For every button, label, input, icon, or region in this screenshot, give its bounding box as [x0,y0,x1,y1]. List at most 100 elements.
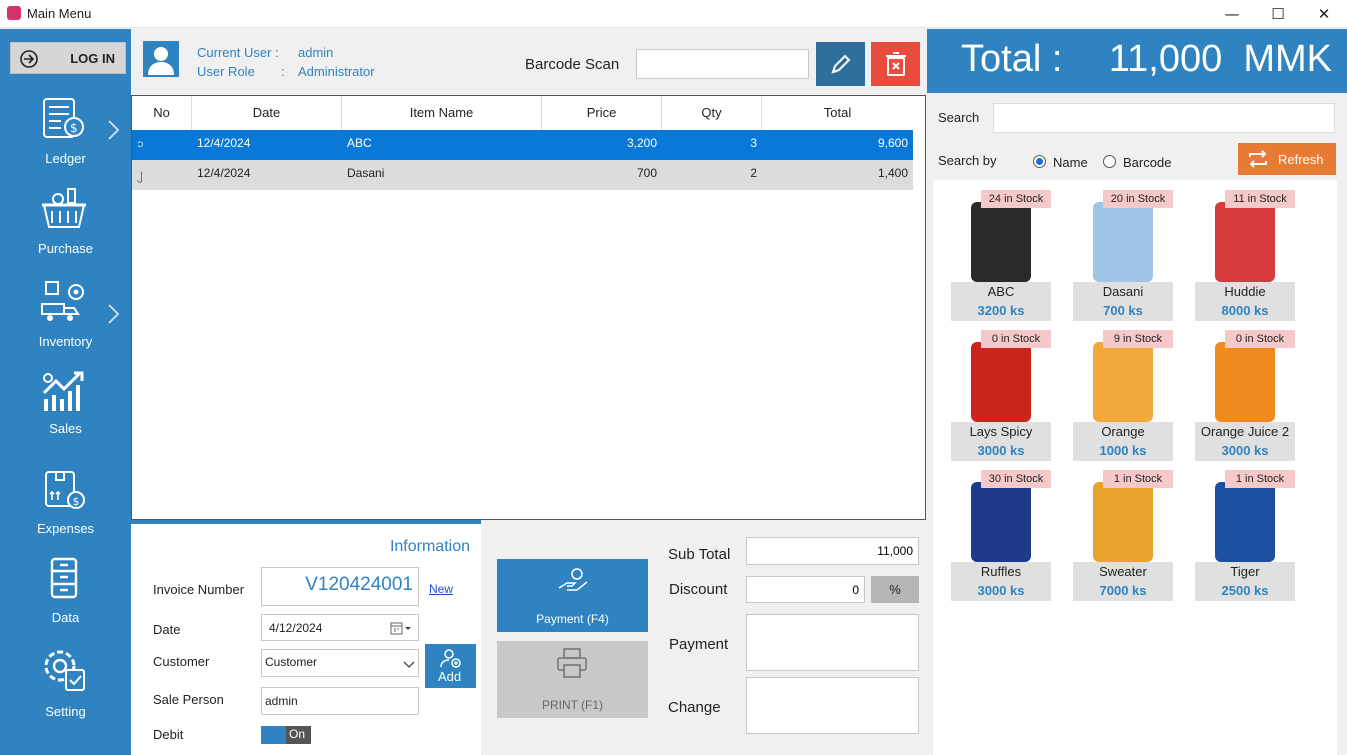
delete-button[interactable] [871,42,920,86]
title-bar: Main Menu — ☐ ✕ [0,0,1347,28]
product-price: 8000 ks [1221,303,1269,318]
product-name: ABC [987,284,1015,299]
product-image [1093,202,1153,282]
grand-total-bar: Total : 11,000 MMK [927,29,1347,93]
product-image [1093,482,1153,562]
maximize-button[interactable]: ☐ [1255,0,1301,28]
minimize-button[interactable]: — [1209,0,1255,28]
product-search-input[interactable] [993,103,1335,133]
login-icon [20,50,38,68]
change-field [746,677,919,734]
payment-amount-label: Payment [669,636,729,653]
percent-toggle-button[interactable]: % [871,576,919,603]
app-icon [7,6,21,20]
print-button[interactable]: PRINT (F1) [497,641,648,718]
print-button-label: PRINT (F1) [541,698,604,712]
date-picker[interactable]: 4/12/2024 [261,614,419,641]
calendar-dropdown-icon[interactable] [390,622,414,636]
stock-badge: 0 in Stock [1225,330,1295,348]
sidebar-item-sales[interactable]: Sales [0,365,131,445]
product-card[interactable]: 0 in Stock Orange Juice 2 3000 ks [1195,330,1295,461]
add-user-icon [440,649,461,668]
svg-text:$: $ [73,495,80,508]
sidebar-item-purchase[interactable]: Purchase [0,179,131,259]
product-card[interactable]: 0 in Stock Lays Spicy 3000 ks [951,330,1051,461]
invoice-number-field[interactable]: V120424001 [261,567,419,606]
payment-button[interactable]: Payment (F4) [497,559,648,632]
new-invoice-link[interactable]: New [429,582,453,596]
gear-icon [44,650,85,691]
cell-total: 9,600 [877,136,908,150]
column-header-date[interactable]: Date [192,96,342,130]
product-card[interactable]: 9 in Stock Orange 1000 ks [1073,330,1173,461]
sidebar-item-setting[interactable]: Setting [0,642,131,722]
customer-select[interactable]: Customer [261,649,419,677]
column-header-price[interactable]: Price [542,96,662,130]
customer-selected-value: Customer [265,655,318,669]
product-price: 7000 ks [1099,583,1147,598]
product-card[interactable]: 1 in Stock Tiger 2500 ks [1195,470,1295,601]
product-image [1093,342,1153,422]
stock-badge: 9 in Stock [1103,330,1173,348]
product-info: Tiger 2500 ks [1195,562,1295,601]
sidebar-item-ledger[interactable]: $ Ledger [0,89,131,169]
product-price: 3000 ks [977,443,1025,458]
user-role-label: User Role [197,64,255,79]
sidebar-item-label: Setting [45,704,86,719]
radio-button[interactable] [1103,155,1116,168]
column-header-total[interactable]: Total [762,96,913,130]
data-cabinet-icon [50,557,78,599]
user-role-separator: : [281,64,285,79]
expenses-icon: $ [45,471,85,509]
add-customer-label: Add [438,669,462,684]
ledger-icon: $ [43,98,84,138]
debit-toggle[interactable]: On [261,726,311,744]
refresh-button[interactable]: Refresh [1238,143,1336,175]
product-card[interactable]: 30 in Stock Ruffles 3000 ks [951,470,1051,601]
column-header-qty[interactable]: Qty [662,96,762,130]
cell-qty: 2 [750,166,757,180]
cell-no: ၂ [137,166,143,180]
radio-search-name[interactable]: Name [1033,154,1093,170]
sidebar: LOG IN $ Ledger Purchase Inventory Sales… [0,29,131,755]
payment-amount-input[interactable] [746,614,919,671]
stock-badge: 11 in Stock [1225,190,1295,208]
add-customer-button[interactable]: Add [425,644,476,688]
invoice-number-label: Invoice Number [153,582,245,597]
radio-button-checked[interactable] [1033,155,1046,168]
sidebar-item-expenses[interactable]: $ Expenses [0,462,131,542]
column-header-item-name[interactable]: Item Name [342,96,542,130]
sidebar-item-data[interactable]: Data [0,551,131,631]
toggle-label: On [289,727,306,741]
discount-input[interactable]: 0 [746,576,865,603]
edit-button[interactable] [816,42,865,86]
product-card[interactable]: 24 in Stock ABC 3200 ks [951,190,1051,321]
sidebar-item-label: Purchase [38,241,93,256]
product-card[interactable]: 1 in Stock Sweater 7000 ks [1073,470,1173,601]
stock-badge: 1 in Stock [1225,470,1295,488]
product-card[interactable]: 11 in Stock Huddie 8000 ks [1195,190,1295,321]
change-label: Change [668,699,721,716]
svg-text:$: $ [70,121,78,135]
debit-label: Debit [153,727,184,742]
sales-items-table[interactable]: No Date Item Name Price Qty Total ၁ 12/4… [131,95,926,520]
radio-search-barcode[interactable]: Barcode [1103,154,1183,170]
cell-item: Dasani [347,166,385,180]
sidebar-item-inventory[interactable]: Inventory [0,272,131,352]
barcode-scan-label: Barcode Scan [525,56,620,73]
window-title: Main Menu [27,6,92,21]
table-row[interactable]: ၂ 12/4/2024 Dasani 700 2 1,400 [132,160,913,190]
close-button[interactable]: ✕ [1301,0,1347,28]
refresh-arrows-icon [1249,150,1267,168]
sale-person-field[interactable]: admin [261,687,419,715]
column-header-no[interactable]: No [132,96,192,130]
product-info: Orange 1000 ks [1073,422,1173,461]
table-row-selected[interactable]: ၁ 12/4/2024 ABC 3,200 3 9,600 [132,130,913,160]
barcode-scan-input[interactable] [636,49,809,79]
login-button[interactable]: LOG IN [10,42,126,74]
cell-no: ၁ [137,136,144,150]
product-card[interactable]: 20 in Stock Dasani 700 ks [1073,190,1173,321]
product-name: Huddie [1224,284,1266,299]
product-info: Dasani 700 ks [1073,282,1173,321]
cell-total: 1,400 [877,166,908,180]
